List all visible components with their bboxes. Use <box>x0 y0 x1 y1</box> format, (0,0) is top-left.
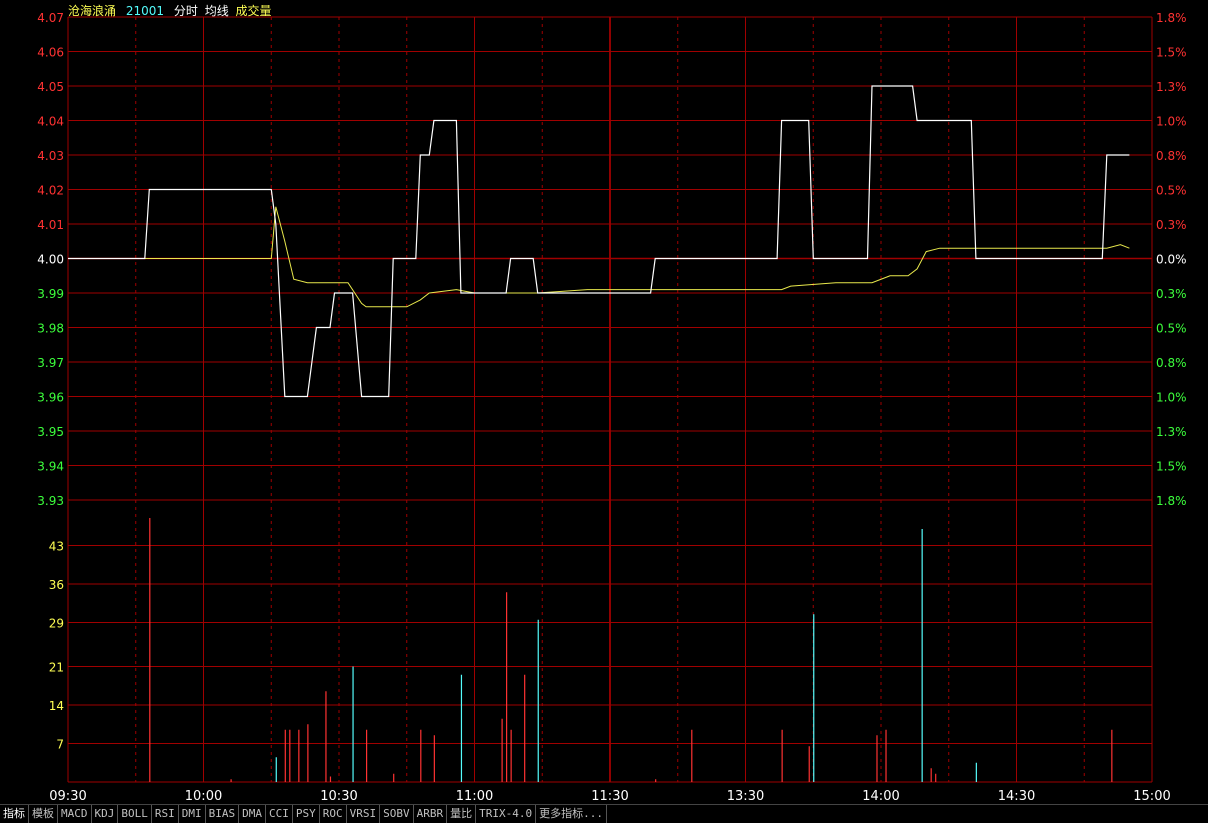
pct-tick-label: 0.5% <box>1156 184 1187 198</box>
avg-price-line <box>68 206 1130 308</box>
legend-avg: 均线 <box>204 4 229 18</box>
tab-trix[interactable]: TRIX-4.0 <box>476 805 537 823</box>
price-tick-label: 3.95 <box>37 425 64 439</box>
price-tick-label: 3.93 <box>37 494 64 508</box>
pct-tick-label: 1.8% <box>1156 494 1187 508</box>
price-tick-label: 4.04 <box>37 115 64 129</box>
tab-dmi[interactable]: DMI <box>179 805 206 823</box>
volume-tick-label: 14 <box>49 699 64 713</box>
tab-macd[interactable]: MACD <box>58 805 92 823</box>
price-tick-label: 3.94 <box>37 460 64 474</box>
time-tick-label: 10:00 <box>185 789 222 804</box>
pct-tick-label: 1.5% <box>1156 460 1187 474</box>
price-tick-label: 4.02 <box>37 184 64 198</box>
price-tick-label: 3.98 <box>37 322 64 336</box>
tab-volume-ratio[interactable]: 量比 <box>447 805 477 823</box>
volume-tick-label: 43 <box>49 540 64 554</box>
pct-tick-label: 0.0% <box>1156 253 1187 267</box>
price-tick-label: 3.97 <box>37 356 64 370</box>
price-tick-label: 3.96 <box>37 391 64 405</box>
price-tick-label: 4.00 <box>37 253 64 267</box>
intraday-chart[interactable]: 4.07 1.8% 4.06 1.5% 4.05 1.3% 4.04 1.0% 4.03 0.8%… <box>0 0 1208 822</box>
time-tick-label: 13:30 <box>727 789 764 804</box>
price-tick-label: 4.01 <box>37 218 64 232</box>
pct-tick-label: 0.3% <box>1156 287 1187 301</box>
time-tick-label: 09:30 <box>49 789 86 804</box>
time-tick-label: 15:00 <box>1133 789 1170 804</box>
price-tick-label: 4.07 <box>37 11 64 25</box>
volume-tick-label: 29 <box>49 617 64 631</box>
volume-tick-label: 36 <box>49 578 64 592</box>
time-tick-label: 11:30 <box>591 789 628 804</box>
pct-tick-label: 0.8% <box>1156 356 1187 370</box>
pct-tick-label: 0.5% <box>1156 322 1187 336</box>
tab-more-indicators[interactable]: 更多指标... <box>536 805 607 823</box>
pct-tick-label: 1.8% <box>1156 11 1187 25</box>
legend-price: 分时 <box>173 4 198 18</box>
tab-template[interactable]: 模板 <box>29 805 58 823</box>
stock-name: 沧海浪涌 <box>68 4 117 18</box>
pct-tick-label: 1.3% <box>1156 80 1187 94</box>
legend-volume: 成交量 <box>235 4 272 18</box>
tab-kdj[interactable]: KDJ <box>92 805 119 823</box>
time-tick-label: 11:00 <box>456 789 493 804</box>
price-tick-label: 4.03 <box>37 149 64 163</box>
price-tick-label: 3.99 <box>37 287 64 301</box>
tab-cci[interactable]: CCI <box>266 805 293 823</box>
pct-tick-label: 1.0% <box>1156 391 1187 405</box>
tab-boll[interactable]: BOLL <box>118 805 152 823</box>
pct-tick-label: 1.3% <box>1156 425 1187 439</box>
indicator-tab-bar: 指标 模板 MACD KDJ BOLL RSI DMI BIAS DMA CCI… <box>0 804 1208 823</box>
tab-roc[interactable]: ROC <box>320 805 347 823</box>
price-tick-label: 4.05 <box>37 80 64 94</box>
tab-vrsi[interactable]: VRSI <box>347 805 381 823</box>
price-line <box>68 85 1130 398</box>
tab-rsi[interactable]: RSI <box>152 805 179 823</box>
volume-tick-label: 7 <box>56 738 64 752</box>
tab-bias[interactable]: BIAS <box>206 805 240 823</box>
tab-sobv[interactable]: SOBV <box>380 805 414 823</box>
tab-indicator[interactable]: 指标 <box>0 805 29 823</box>
tab-dma[interactable]: DMA <box>239 805 266 823</box>
stock-code: 21001 <box>125 4 165 18</box>
time-tick-label: 14:30 <box>998 789 1035 804</box>
pct-tick-label: 0.8% <box>1156 149 1187 163</box>
time-tick-label: 14:00 <box>862 789 899 804</box>
pct-tick-label: 1.5% <box>1156 46 1187 60</box>
time-tick-label: 10:30 <box>320 789 357 804</box>
tab-psy[interactable]: PSY <box>293 805 320 823</box>
pct-tick-label: 1.0% <box>1156 115 1187 129</box>
price-tick-label: 4.06 <box>37 46 64 60</box>
tab-arbr[interactable]: ARBR <box>414 805 448 823</box>
chart-header: 沧海浪涌 21001 分时 均线 成交量 <box>68 2 278 19</box>
volume-tick-label: 21 <box>49 661 64 675</box>
pct-tick-label: 0.3% <box>1156 218 1187 232</box>
